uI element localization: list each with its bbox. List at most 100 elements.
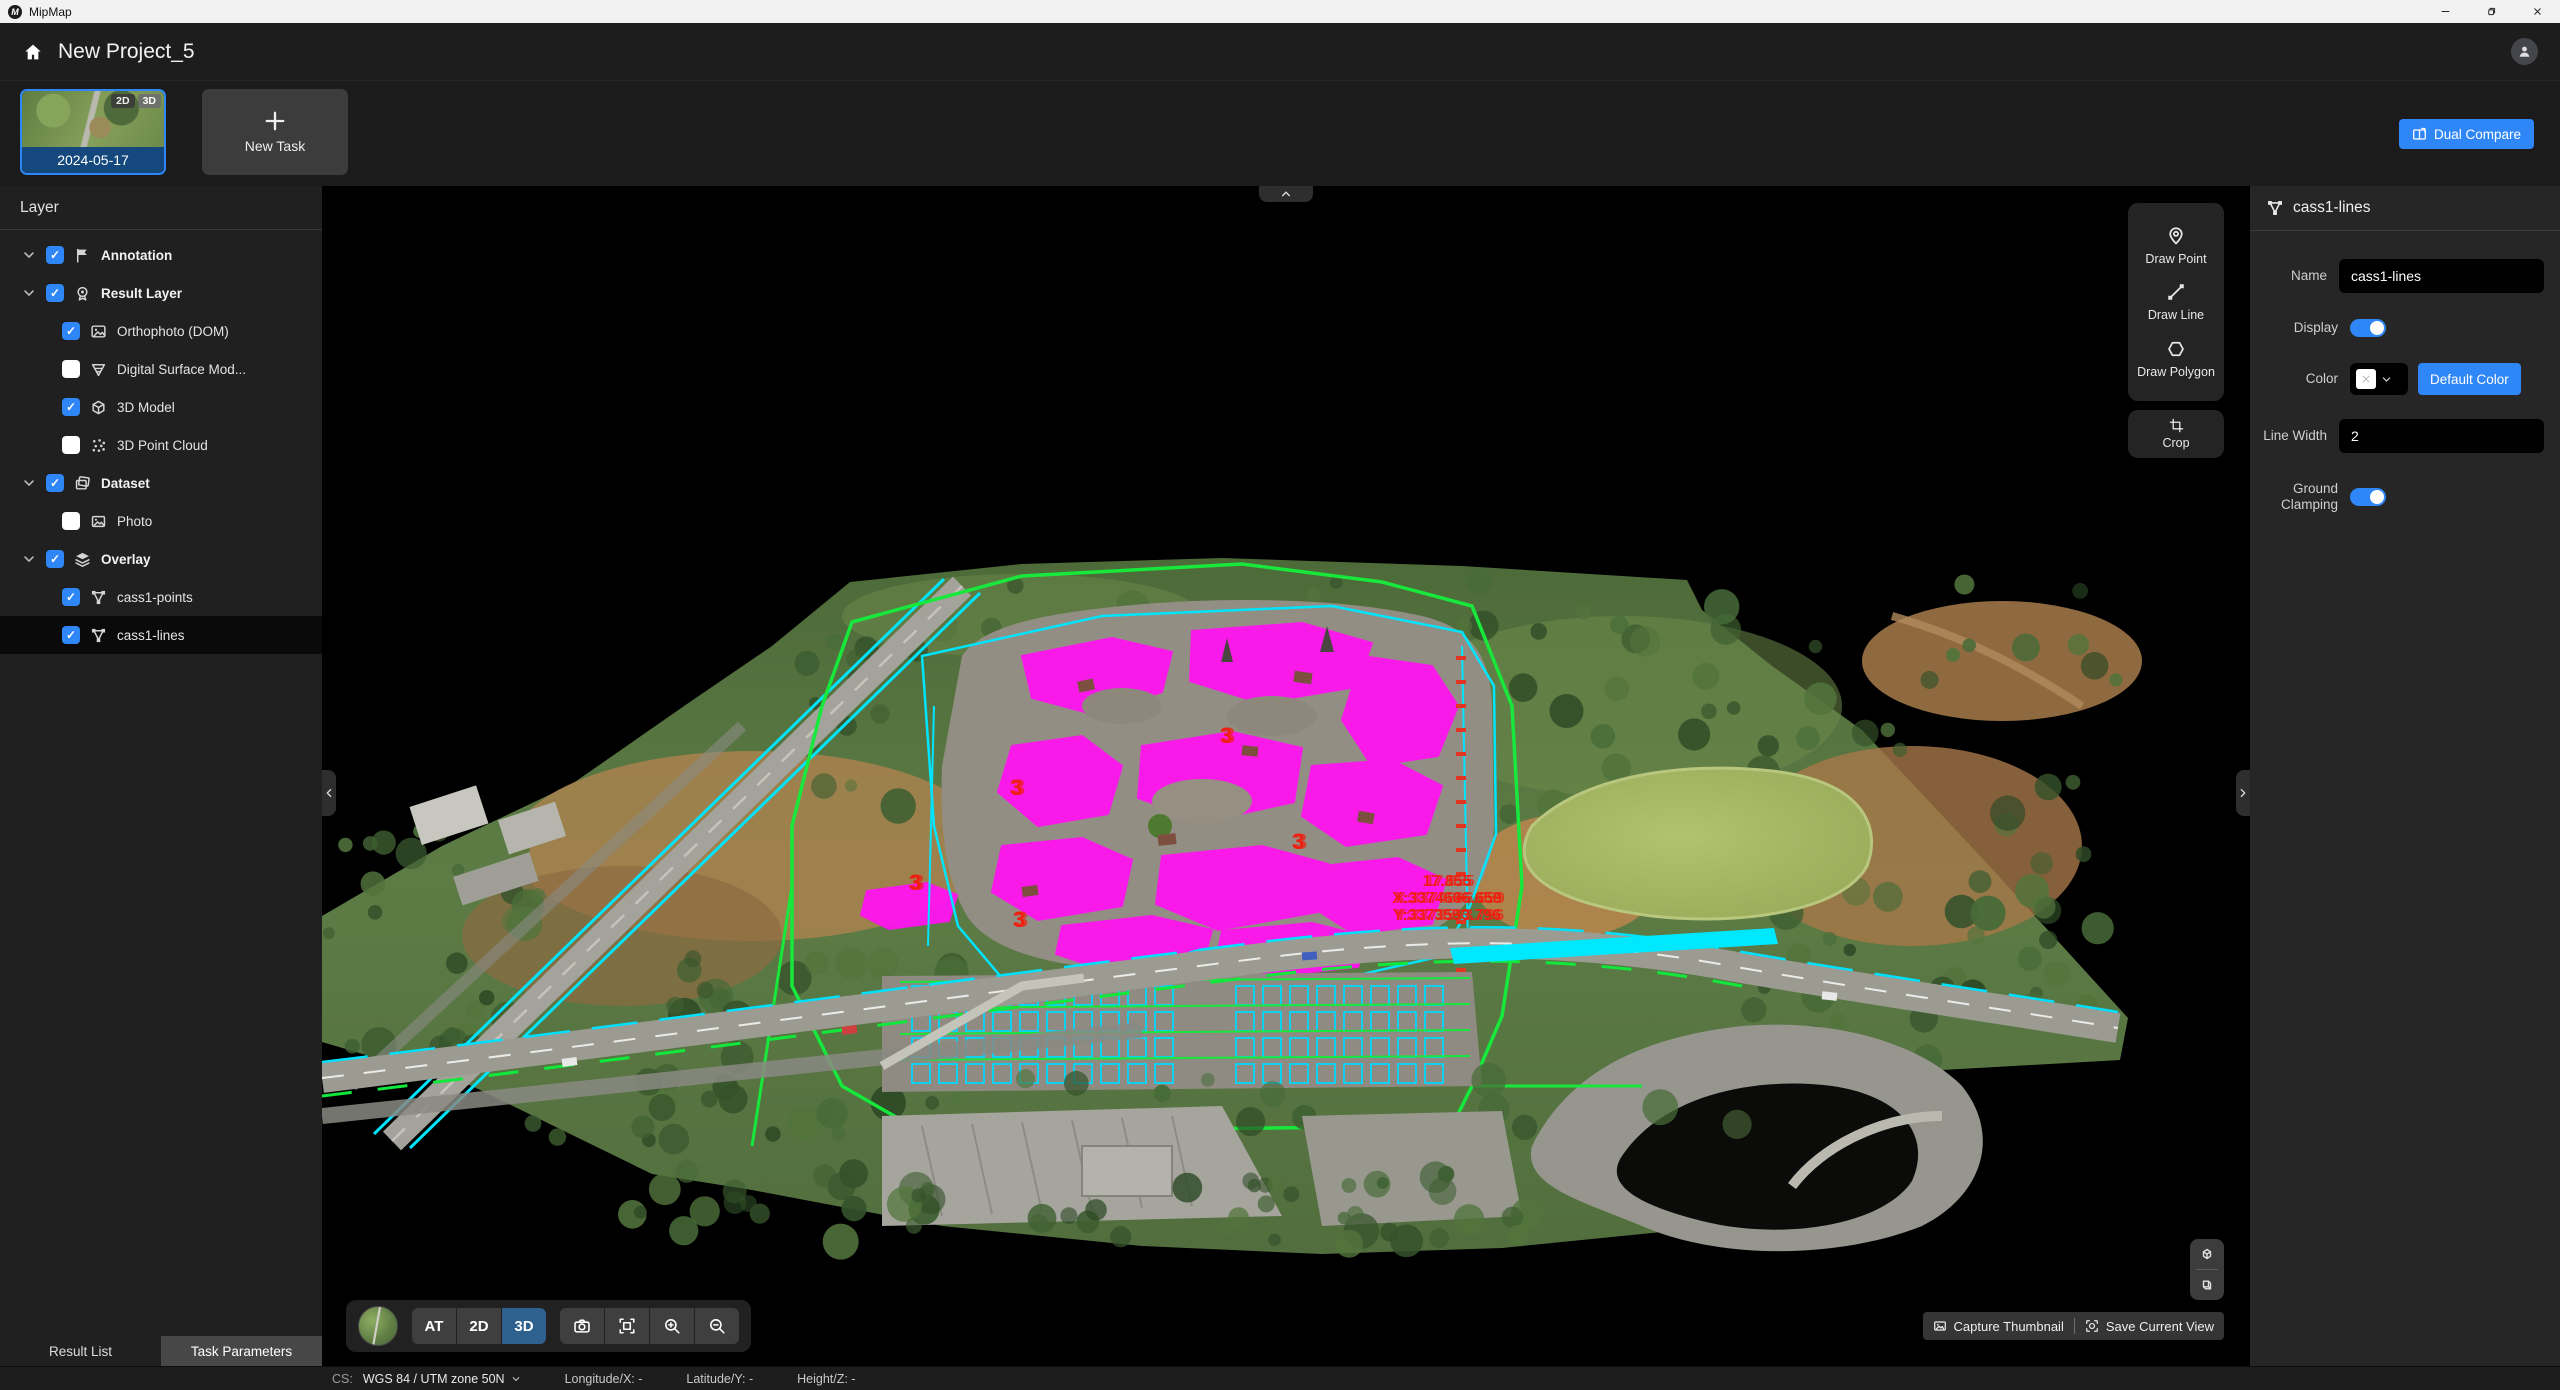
layer-label: 3D Point Cloud	[117, 438, 208, 453]
task-card[interactable]: 2D 3D 2024-05-17	[20, 89, 166, 175]
maximize-button[interactable]	[2468, 0, 2514, 23]
layer-row-result-layer[interactable]: ✓Result Layer	[0, 274, 322, 312]
dual-compare-button[interactable]: Dual Compare	[2399, 119, 2534, 149]
tool-label: Draw Polygon	[2137, 365, 2215, 379]
overlay-icon	[74, 551, 91, 568]
layer-checkbox[interactable]: ✓	[62, 398, 80, 416]
svg-text:Y:3373593.796: Y:3373593.796	[1393, 907, 1501, 924]
fit-icon	[618, 1317, 636, 1335]
draw-polygon-button[interactable]: Draw Polygon	[2137, 339, 2215, 379]
layer-label: Digital Surface Mod...	[117, 362, 246, 377]
map-scene-3d[interactable]: 333333333317.85517.855X:3374606.659X:337…	[322, 186, 2250, 1366]
chevron-down-icon[interactable]	[22, 552, 36, 566]
layer-checkbox[interactable]: ✓	[62, 588, 80, 606]
minimap-thumbnail[interactable]	[358, 1306, 398, 1346]
chevron-down-icon[interactable]	[22, 286, 36, 300]
line-width-input[interactable]	[2339, 419, 2544, 453]
name-input[interactable]	[2339, 259, 2544, 293]
fit-view-button[interactable]	[605, 1308, 649, 1344]
layer-row-3d-model[interactable]: ✓3D Model	[0, 388, 322, 426]
close-icon	[2532, 6, 2543, 17]
badge-2d: 2D	[111, 94, 134, 108]
save-current-view-button[interactable]: Save Current View	[2085, 1319, 2214, 1334]
color-swatch	[2356, 369, 2376, 389]
layer-checkbox[interactable]: ✓	[62, 626, 80, 644]
mode-button-3d[interactable]: 3D	[502, 1308, 546, 1344]
collapse-taskbar-handle[interactable]	[1259, 186, 1313, 202]
mode-button-at[interactable]: AT	[412, 1308, 456, 1344]
layer-checkbox[interactable]: ✓	[46, 474, 64, 492]
ortho-view-button[interactable]	[2190, 1270, 2224, 1300]
plus-icon	[264, 110, 286, 132]
chevron-down-icon[interactable]	[22, 476, 36, 490]
minimize-button[interactable]	[2422, 0, 2468, 23]
save-current-view-label: Save Current View	[2106, 1319, 2214, 1334]
capture-thumbnail-button[interactable]: Capture Thumbnail	[1933, 1319, 2064, 1334]
new-task-label: New Task	[245, 138, 305, 154]
view-mode-group: AT2D3D	[412, 1308, 546, 1344]
layer-row-cass1-points[interactable]: ✓cass1-points	[0, 578, 322, 616]
badge-3d: 3D	[138, 94, 161, 108]
layer-row-overlay[interactable]: ✓ Overlay	[0, 540, 322, 578]
name-label: Name	[2260, 268, 2327, 284]
layer-tree: ✓Annotation✓Result Layer✓Orthophoto (DOM…	[0, 230, 322, 654]
tab-task-parameters[interactable]: Task Parameters	[161, 1336, 322, 1366]
ground-clamping-toggle[interactable]	[2350, 488, 2386, 506]
perspective-view-button[interactable]	[2190, 1239, 2224, 1269]
projection-toggle-card	[2190, 1239, 2224, 1300]
ground-clamping-label: Ground Clamping	[2260, 481, 2338, 513]
layer-checkbox[interactable]	[62, 512, 80, 530]
layer-label: Overlay	[101, 552, 151, 567]
cs-label: CS:	[332, 1372, 353, 1386]
collapse-right-panel-handle[interactable]	[2236, 770, 2250, 816]
tool-label: Draw Point	[2145, 252, 2206, 266]
layer-row-cass1-lines[interactable]: ✓cass1-lines	[0, 616, 322, 654]
app-header: New Project_5	[0, 23, 2560, 80]
mode-button-2d[interactable]: 2D	[457, 1308, 501, 1344]
draw-point-button[interactable]: Draw Point	[2145, 226, 2206, 266]
collapse-left-panel-handle[interactable]	[322, 770, 336, 816]
layer-checkbox[interactable]: ✓	[62, 322, 80, 340]
layer-row-dataset[interactable]: ✓Dataset	[0, 464, 322, 502]
layer-checkbox[interactable]: ✓	[46, 284, 64, 302]
map-viewport[interactable]: 333333333317.85517.855X:3374606.659X:337…	[322, 186, 2250, 1366]
layer-row-photo[interactable]: Photo	[0, 502, 322, 540]
layer-checkbox[interactable]: ✓	[46, 550, 64, 568]
chevron-down-icon[interactable]	[22, 248, 36, 262]
photo-icon	[90, 513, 107, 530]
user-avatar[interactable]	[2511, 38, 2538, 65]
color-picker-button[interactable]	[2350, 363, 2408, 395]
chevron-down-icon	[2381, 374, 2392, 385]
crop-button[interactable]: Crop	[2128, 410, 2224, 458]
close-button[interactable]	[2514, 0, 2560, 23]
polygon-icon	[2166, 339, 2186, 359]
chevron-left-icon	[323, 787, 335, 799]
dsm-icon	[90, 361, 107, 378]
layer-checkbox[interactable]	[62, 436, 80, 454]
svg-text:3: 3	[1013, 907, 1025, 932]
chevron-right-icon	[2237, 787, 2249, 799]
new-task-button[interactable]: New Task	[202, 89, 348, 175]
tab-result-list[interactable]: Result List	[0, 1336, 161, 1366]
cube-top-icon	[2199, 1246, 2215, 1262]
default-color-button[interactable]: Default Color	[2418, 363, 2521, 395]
home-icon[interactable]	[22, 41, 44, 63]
cs-selector[interactable]: WGS 84 / UTM zone 50N	[363, 1372, 521, 1386]
layer-row-digital-surface-mod[interactable]: Digital Surface Mod...	[0, 350, 322, 388]
layer-row-orthophoto-dom[interactable]: ✓Orthophoto (DOM)	[0, 312, 322, 350]
window-title: MipMap	[29, 5, 72, 19]
pin-icon	[2166, 226, 2186, 246]
layer-checkbox[interactable]	[62, 360, 80, 378]
screenshot-button[interactable]	[560, 1308, 604, 1344]
model-icon	[90, 399, 107, 416]
zoom-out-button[interactable]	[695, 1308, 739, 1344]
badge-icon	[74, 285, 91, 302]
layer-row-3d-point-cloud[interactable]: 3D Point Cloud	[0, 426, 322, 464]
draw-line-button[interactable]: Draw Line	[2148, 282, 2204, 322]
zoom-in-button[interactable]	[650, 1308, 694, 1344]
display-toggle[interactable]	[2350, 319, 2386, 337]
line-width-label: Line Width	[2260, 428, 2327, 444]
divider	[2074, 1318, 2075, 1334]
layer-checkbox[interactable]: ✓	[46, 246, 64, 264]
layer-row-annotation[interactable]: ✓Annotation	[0, 236, 322, 274]
